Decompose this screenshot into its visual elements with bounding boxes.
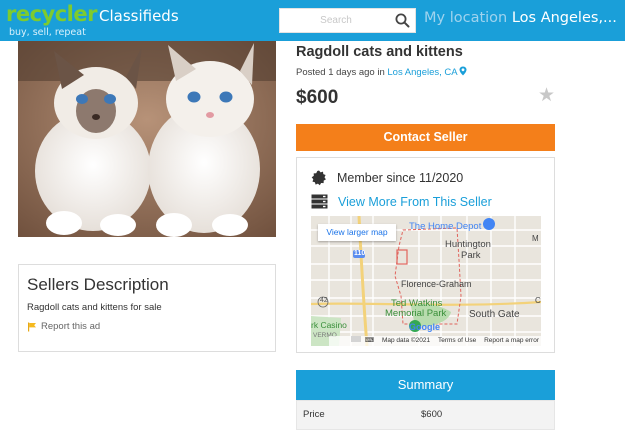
map-label-huntington: Huntington	[445, 239, 491, 250]
seller-description-box: Sellers Description Ragdoll cats and kit…	[18, 264, 276, 352]
report-ad-text: Report this ad	[41, 321, 101, 332]
map-report-link[interactable]: Report a map error	[484, 337, 539, 344]
seller-description-text: Ragdoll cats and kittens for sale	[27, 302, 162, 313]
posted-location-link[interactable]: Los Angeles, CA	[387, 66, 467, 78]
server-icon	[311, 194, 328, 209]
map-label-park: Park	[461, 250, 481, 261]
location-selector[interactable]: My location Los Angeles,...	[424, 10, 617, 26]
posted-info: Posted 1 days ago in Los Angeles, CA	[296, 66, 467, 78]
site-header: recyclerClassifieds buy, sell, repeat My…	[0, 0, 625, 41]
map-terms-link[interactable]: Terms of Use	[438, 337, 476, 344]
map-google-logo: Google	[409, 322, 440, 332]
map-label-route: 110	[354, 250, 366, 257]
location-map[interactable]: 110 42 The Home Depot Huntington Park M …	[311, 216, 541, 346]
listing-photo[interactable]	[18, 41, 276, 237]
keyboard-icon[interactable]: ⌨	[365, 337, 374, 344]
map-label-south-gate: South Gate	[469, 309, 520, 320]
map-attribution: ⌨ Map data ©2021 Terms of Use Report a m…	[328, 336, 541, 346]
favorite-star-icon[interactable]: ★	[538, 84, 555, 107]
view-more-text: View More From This Seller	[338, 194, 492, 209]
listing-title: Ragdoll cats and kittens	[296, 44, 463, 60]
flag-icon	[28, 322, 36, 331]
member-since-text: Member since 11/2020	[337, 171, 464, 185]
site-logo[interactable]: recycler Classifieds buy, sell, repeat	[6, 2, 179, 39]
contact-seller-button[interactable]: Contact Seller	[296, 124, 555, 151]
search-box	[279, 8, 416, 33]
logo-wordmark: recycler	[6, 2, 97, 26]
search-icon[interactable]	[394, 12, 411, 29]
map-pin-icon	[459, 66, 467, 76]
listing-price: $600	[296, 87, 339, 108]
seller-description-heading: Sellers Description	[27, 275, 169, 294]
logo-tagline: buy, sell, repeat	[9, 27, 86, 38]
map-data-text: Map data ©2021	[381, 337, 431, 344]
map-label-florence: Florence-Graham	[401, 279, 472, 289]
map-label-edge-m: M	[532, 234, 539, 243]
view-larger-map-button[interactable]: View larger map	[318, 224, 396, 241]
member-since-row: Member since 11/2020	[311, 170, 463, 186]
summary-row-value: $600	[421, 409, 443, 420]
map-label-edge-c: C	[535, 296, 541, 305]
location-value: Los Angeles,...	[511, 10, 617, 26]
map-label-route2: 42	[320, 297, 328, 304]
view-more-link[interactable]: View More From This Seller	[311, 194, 492, 209]
summary-row: Price $600	[296, 400, 555, 430]
search-input[interactable]	[280, 9, 392, 32]
posted-text: Posted 1 days ago in	[296, 67, 385, 78]
logo-classifieds: Classifieds	[98, 7, 179, 25]
map-label-park-casino: rk Casino	[311, 320, 347, 330]
seller-info-box: Member since 11/2020 View More From This…	[296, 157, 555, 353]
map-label-ted2: Memorial Park	[385, 308, 447, 319]
posted-location: Los Angeles, CA	[387, 67, 458, 78]
report-ad-link[interactable]: Report this ad	[27, 321, 100, 332]
summary-heading: Summary	[296, 370, 555, 400]
badge-icon	[311, 170, 326, 186]
location-label: My location	[424, 10, 508, 26]
summary-row-key: Price	[303, 409, 325, 420]
map-label-home-depot: The Home Depot	[409, 221, 482, 232]
